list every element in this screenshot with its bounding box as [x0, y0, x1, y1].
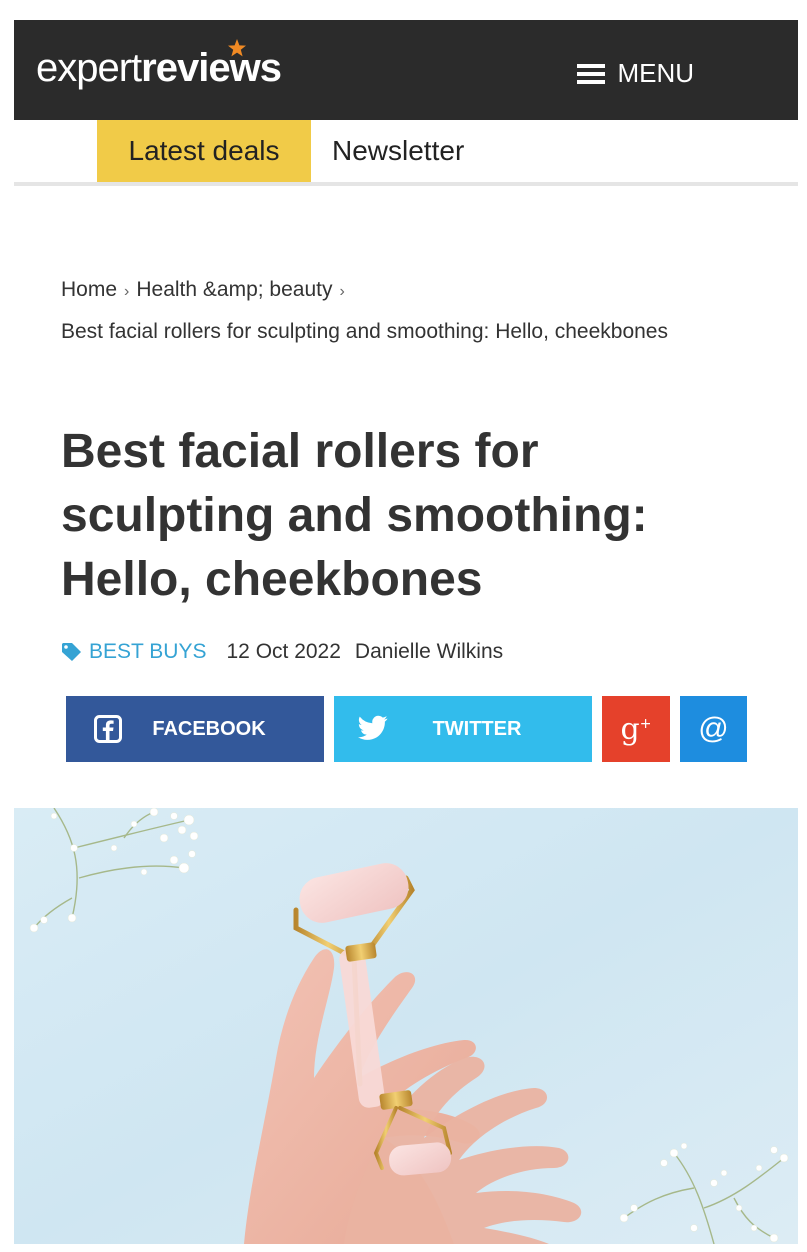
breadcrumb-home[interactable]: Home — [61, 278, 117, 301]
article-title: Best facial rollers for sculpting and sm… — [61, 425, 648, 606]
menu-label: MENU — [617, 58, 694, 88]
at-sign-icon: @ — [698, 712, 729, 745]
breadcrumb-separator-icon: › — [124, 283, 130, 300]
twitter-bird-icon — [358, 715, 388, 740]
breadcrumb-separator-icon: › — [339, 283, 345, 300]
nav-divider — [14, 182, 798, 186]
secondary-nav: Latest deals Newsletter — [14, 120, 798, 182]
article-category[interactable]: BEST BUYS — [89, 640, 207, 664]
tag-icon — [62, 643, 81, 661]
menu-button[interactable]: MENU — [577, 58, 694, 89]
article-meta: BEST BUYS 12 Oct 2022 Danielle Wilkins — [61, 640, 503, 664]
breadcrumb-current: Best facial rollers for sculpting and sm… — [61, 320, 668, 343]
site-header: expertreviews MENU — [14, 20, 798, 120]
share-facebook-button[interactable]: FACEBOOK — [66, 696, 324, 762]
article-date: 12 Oct 2022 — [226, 640, 341, 663]
share-twitter-button[interactable]: TWITTER — [334, 696, 592, 762]
hamburger-icon — [577, 63, 606, 84]
breadcrumb: Home › Health &amp; beauty › Best facial ro… — [61, 270, 701, 352]
logo-text-light: expert — [36, 46, 142, 90]
breadcrumb-category[interactable]: Health &amp; beauty — [136, 278, 332, 301]
nav-latest-deals[interactable]: Latest deals — [97, 120, 311, 182]
hero-image — [14, 808, 798, 1244]
nav-newsletter[interactable]: Newsletter — [332, 120, 464, 182]
facebook-icon — [94, 715, 122, 743]
share-twitter-label: TWITTER — [432, 717, 522, 740]
share-googleplus-button[interactable]: g+ — [602, 696, 670, 762]
share-email-button[interactable]: @ — [680, 696, 747, 762]
share-facebook-label: FACEBOOK — [152, 717, 266, 740]
star-icon — [228, 39, 246, 57]
facial-roller-photo — [14, 808, 798, 1244]
logo-text-bold: reviews — [141, 46, 282, 90]
page: expertreviews MENU Latest deals Newslett… — [0, 0, 807, 1252]
article-author[interactable]: Danielle Wilkins — [355, 640, 503, 664]
googleplus-icon: g+ — [620, 711, 652, 747]
